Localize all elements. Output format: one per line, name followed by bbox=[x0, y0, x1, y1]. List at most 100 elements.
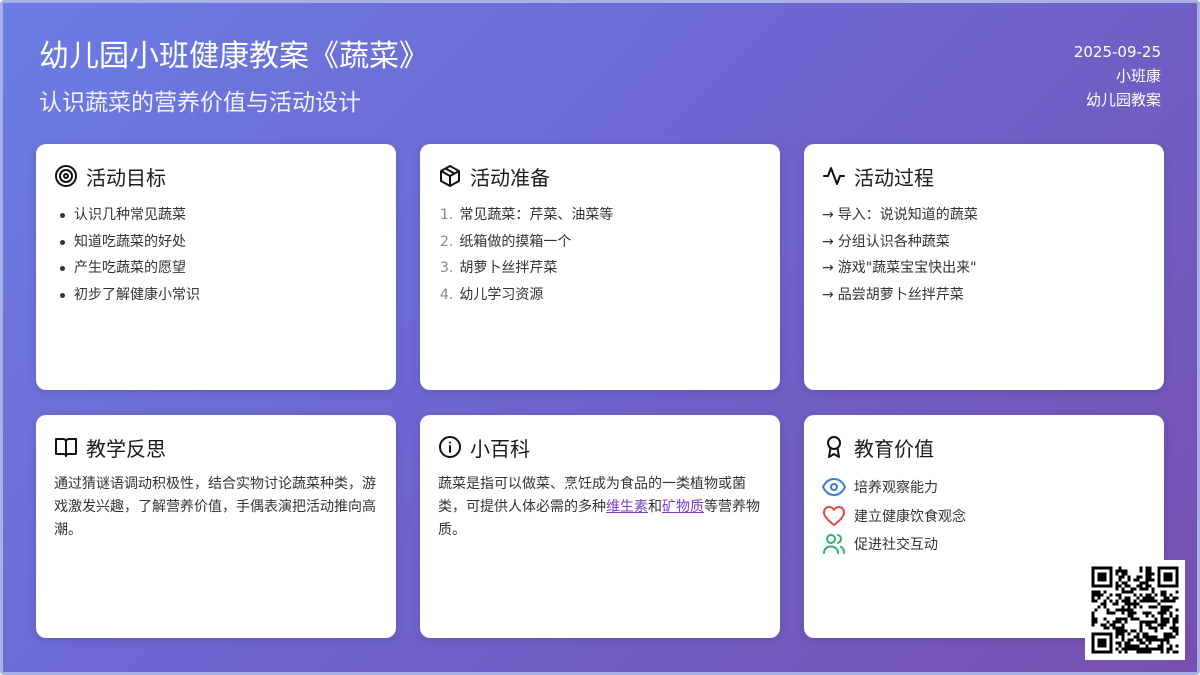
qr-module bbox=[1160, 617, 1164, 621]
qr-module bbox=[1130, 644, 1134, 648]
qr-module bbox=[1139, 647, 1143, 651]
list-text: 促进社交互动 bbox=[854, 537, 938, 554]
arrow-icon: → bbox=[822, 207, 834, 223]
qr-module bbox=[1151, 605, 1155, 609]
qr-module bbox=[1133, 602, 1137, 606]
qr-module bbox=[1154, 626, 1158, 630]
qr-module bbox=[1127, 578, 1131, 582]
qr-module bbox=[1115, 629, 1119, 633]
qr-module bbox=[1139, 629, 1143, 633]
qr-module bbox=[1136, 578, 1140, 582]
vitamin-link[interactable]: 维生素 bbox=[606, 499, 648, 515]
qr-module bbox=[1169, 626, 1173, 630]
qr-module bbox=[1118, 596, 1122, 600]
qr-module bbox=[1163, 632, 1167, 636]
qr-module bbox=[1118, 620, 1122, 624]
list-item: 认识几种常见蔬菜 bbox=[54, 202, 378, 229]
qr-module bbox=[1127, 602, 1131, 606]
card-process: 活动过程 → 导入：说说知道的蔬菜 → 分组认识各种蔬菜 → 游戏"蔬菜宝宝快出来" … bbox=[804, 144, 1164, 390]
mineral-link[interactable]: 矿物质 bbox=[662, 499, 704, 515]
qr-module bbox=[1136, 638, 1140, 642]
qr-module bbox=[1118, 584, 1122, 588]
list-text: 导入：说说知道的蔬菜 bbox=[837, 207, 978, 223]
qr-module bbox=[1127, 608, 1131, 612]
qr-module bbox=[1121, 629, 1125, 633]
list-text: 纸箱做的摸箱一个 bbox=[459, 233, 572, 250]
qr-module bbox=[1142, 632, 1146, 636]
list-item: 知道吃蔬菜的好处 bbox=[54, 229, 378, 256]
qr-module bbox=[1094, 620, 1098, 624]
qr-module bbox=[1163, 611, 1167, 615]
qr-module bbox=[1121, 617, 1125, 621]
qr-module bbox=[1145, 584, 1149, 588]
qr-module bbox=[1127, 575, 1131, 579]
qr-module bbox=[1115, 626, 1119, 630]
qr-module bbox=[1142, 587, 1146, 591]
card-process-title: 活动过程 bbox=[854, 165, 934, 190]
qr-module bbox=[1100, 593, 1104, 597]
qr-module bbox=[1121, 581, 1125, 585]
qr-module bbox=[1157, 611, 1161, 615]
qr-module bbox=[1118, 641, 1122, 645]
qr-module bbox=[1151, 626, 1155, 630]
list-item: → 游戏"蔬菜宝宝快出来" bbox=[822, 255, 1146, 282]
qr-module bbox=[1127, 644, 1131, 648]
qr-module bbox=[1124, 647, 1128, 651]
qr-module bbox=[1157, 623, 1161, 627]
qr-module bbox=[1118, 575, 1122, 579]
card-value-header: 教育价值 bbox=[822, 433, 1146, 461]
qr-module bbox=[1154, 638, 1158, 642]
qr-module bbox=[1091, 614, 1095, 618]
qr-module bbox=[1160, 641, 1164, 645]
qr-module bbox=[1172, 623, 1176, 627]
qr-module bbox=[1100, 623, 1104, 627]
qr-module bbox=[1148, 620, 1152, 624]
qr-module bbox=[1100, 602, 1104, 606]
qr-module bbox=[1121, 590, 1125, 594]
qr-module bbox=[1142, 635, 1146, 639]
qr-module bbox=[1169, 647, 1173, 651]
qr-module bbox=[1148, 638, 1152, 642]
qr-module bbox=[1160, 620, 1164, 624]
qr-module bbox=[1118, 617, 1122, 621]
qr-module bbox=[1121, 626, 1125, 630]
qr-module bbox=[1118, 608, 1122, 612]
qr-module bbox=[1112, 620, 1116, 624]
list-text: 建立健康饮食观念 bbox=[854, 508, 966, 525]
qr-module bbox=[1121, 647, 1125, 651]
qr-module bbox=[1148, 572, 1152, 576]
qr-module bbox=[1124, 641, 1128, 645]
qr-module bbox=[1145, 644, 1149, 648]
qr-module bbox=[1154, 605, 1158, 609]
qr-module bbox=[1169, 611, 1173, 615]
author-label: 小班康 bbox=[1115, 67, 1161, 85]
qr-module bbox=[1118, 632, 1122, 636]
qr-module bbox=[1142, 599, 1146, 603]
qr-module bbox=[1163, 596, 1167, 600]
qr-module bbox=[1097, 596, 1101, 600]
list-item: → 分组认识各种蔬菜 bbox=[822, 229, 1146, 256]
qr-module bbox=[1139, 623, 1143, 627]
qr-module bbox=[1166, 635, 1170, 639]
card-process-header: 活动过程 bbox=[822, 162, 1146, 190]
qr-module bbox=[1175, 608, 1179, 612]
card-prep: 活动准备 1. 常见蔬菜：芹菜、油菜等 2. 纸箱做的摸箱一个 3. 胡萝卜丝拌芹菜 … bbox=[420, 144, 780, 390]
qr-module bbox=[1130, 611, 1134, 615]
qr-module bbox=[1142, 647, 1146, 651]
qr-module bbox=[1160, 593, 1164, 597]
qr-module bbox=[1163, 593, 1167, 597]
qr-module bbox=[1139, 566, 1143, 570]
qr-module bbox=[1148, 623, 1152, 627]
qr-module bbox=[1145, 593, 1149, 597]
qr-module bbox=[1151, 614, 1155, 618]
qr-module bbox=[1106, 608, 1110, 612]
qr-module bbox=[1139, 626, 1143, 630]
qr-module bbox=[1130, 590, 1134, 594]
qr-module bbox=[1097, 605, 1101, 609]
qr-module bbox=[1118, 566, 1122, 570]
qr-module bbox=[1172, 617, 1176, 621]
header-meta: 2025-09-25 小班康 幼儿园教案 bbox=[1074, 40, 1161, 112]
qr-module bbox=[1130, 614, 1134, 618]
qr-module bbox=[1133, 647, 1137, 651]
list-item: 4. 幼儿学习资源 bbox=[438, 282, 762, 309]
